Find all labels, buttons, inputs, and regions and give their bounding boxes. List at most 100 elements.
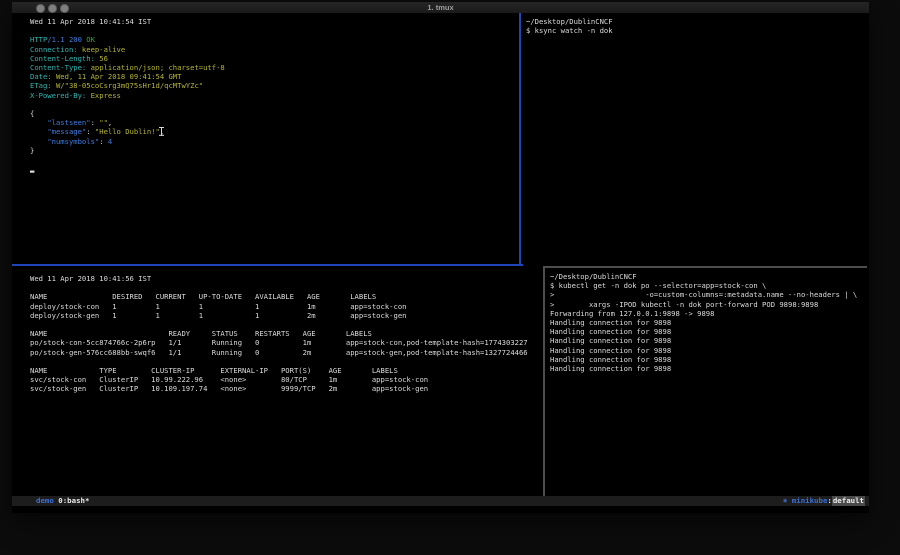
terminal-text-segment: "numsymbols" [47,137,99,146]
pane-divider-vertical-bottom [543,266,545,496]
terminal-text-segment: Forwarding from 127.0.0.1:9898 -> 9898 [550,309,714,318]
terminal-line: Wed 11 Apr 2018 10:41:56 IST [30,274,543,283]
terminal-text-segment: > -o=custom-columns=:metadata.name --no-… [550,290,857,299]
terminal-output: ~/Desktop/DublinCNCF$ kubectl get -n dok… [545,268,869,373]
terminal-line: svc/stock-gen ClusterIP 10.109.197.74 <n… [30,384,543,393]
terminal-line: Wed 11 Apr 2018 10:41:54 IST [30,17,519,26]
terminal-output: ~/Desktop/DublinCNCF$ ksync watch -n dok [521,13,869,35]
terminal-text-segment: Handling connection for 9898 [550,346,671,355]
kube-namespace: default [832,496,865,506]
window-title: 1. tmux [427,2,453,13]
terminal-line: NAME READY STATUS RESTARTS AGE LABELS [30,329,543,338]
pane-divider-horizontal-left [12,264,523,266]
session-name: demo [36,496,54,506]
terminal-window: 1. tmux Wed 11 Apr 2018 10:41:54 IST HTT… [12,2,869,513]
terminal-line: { [30,109,519,118]
terminal-line: Handling connection for 9898 [550,318,869,327]
terminal-text-segment: deploy/stock-con 1 1 1 1 1m app=stock-co… [30,302,406,311]
screen-background: 1. tmux Wed 11 Apr 2018 10:41:54 IST HTT… [0,0,900,555]
terminal-text-segment: ▂ [30,164,34,173]
terminal-text-segment: Content-Type: [30,63,86,72]
terminal-text-segment: HTTP [30,35,47,44]
text-cursor-pointer [158,127,165,137]
status-left: demo 0:bash* [36,496,89,506]
zoom-button[interactable] [60,4,69,13]
terminal-text-segment: po/stock-gen-576cc688bb-swqf6 1/1 Runnin… [30,348,528,357]
terminal-line: "numsymbols": 4 [30,137,519,146]
terminal-line: ▂ [30,164,519,173]
terminal-text-segment [30,137,47,146]
terminal-text-segment: NAME TYPE CLUSTER-IP EXTERNAL-IP PORT(S)… [30,366,398,375]
terminal-line: Handling connection for 9898 [550,327,869,336]
terminal-text-segment: Handling connection for 9898 [550,364,671,373]
tmux-pane-port-forward[interactable]: ~/Desktop/DublinCNCF$ kubectl get -n dok… [545,268,869,496]
terminal-line: Date: Wed, 11 Apr 2018 09:41:54 GMT [30,72,519,81]
terminal-text-segment: $ ksync watch -n dok [526,26,613,35]
terminal-text-segment: Wed 11 Apr 2018 10:41:56 IST [30,274,151,283]
terminal-text-segment: /1.1 200 [47,35,86,44]
terminal-line: > xargs -IPOD kubectl -n dok port-forwar… [550,300,869,309]
terminal-line: svc/stock-con ClusterIP 10.99.222.96 <no… [30,375,543,384]
terminal-line [30,26,519,35]
terminal-line: deploy/stock-con 1 1 1 1 1m app=stock-co… [30,302,543,311]
pane-divider-horizontal-right [543,266,867,268]
terminal-text-segment: NAME READY STATUS RESTARTS AGE LABELS [30,329,372,338]
terminal-text-segment: Date: [30,72,52,81]
terminal-line: Handling connection for 9898 [550,346,869,355]
terminal-text-segment: Handling connection for 9898 [550,318,671,327]
terminal-line: Forwarding from 127.0.0.1:9898 -> 9898 [550,309,869,318]
terminal-text-segment: $ kubectl get -n dok po --selector=app=s… [550,281,766,290]
terminal-text-segment: "lastseen" [47,118,90,127]
terminal-line [30,100,519,109]
terminal-text-segment: Wed, 11 Apr 2018 09:41:54 GMT [52,72,182,81]
terminal-line [30,320,543,329]
terminal-line: $ kubectl get -n dok po --selector=app=s… [550,281,869,290]
terminal-text-segment: "Hello Dublin!" [95,127,160,136]
minimize-button[interactable] [48,4,57,13]
tmux-pane-http-response[interactable]: Wed 11 Apr 2018 10:41:54 IST HTTP/1.1 20… [12,13,519,264]
window-tab[interactable]: 0:bash* [58,496,89,506]
terminal-line: HTTP/1.1 200 OK [30,35,519,44]
terminal-text-segment: > xargs -IPOD kubectl -n dok port-forwar… [550,300,818,309]
terminal-line [30,283,543,292]
terminal-text-segment: X-Powered-By: [30,91,86,100]
terminal-line: Content-Type: application/json; charset=… [30,63,519,72]
terminal-text-segment: "message" [47,127,86,136]
terminal-text-segment: application/json; charset=utf-8 [86,63,224,72]
terminal-line: po/stock-con-5cc874766c-2p6rp 1/1 Runnin… [30,338,543,347]
terminal-text-segment: , [108,118,112,127]
terminal-text-segment: 56 [95,54,108,63]
terminal-line: Content-Length: 56 [30,54,519,63]
terminal-output: Wed 11 Apr 2018 10:41:56 IST NAME DESIRE… [12,266,543,394]
terminal-text-segment: W/"38-05coCsrg3mQ75sHr1d/qcMTwYZc" [52,81,203,90]
terminal-text-segment: { [30,109,34,118]
terminal-line: ~/Desktop/DublinCNCF [550,272,869,281]
terminal-line: "lastseen": "", [30,118,519,127]
terminal-text-segment: Handling connection for 9898 [550,355,671,364]
terminal-text-segment: : [86,127,95,136]
terminal-line: Handling connection for 9898 [550,336,869,345]
terminal-text-segment: svc/stock-con ClusterIP 10.99.222.96 <no… [30,375,428,384]
terminal-text-segment: : [99,137,108,146]
terminal-text-segment: Wed 11 Apr 2018 10:41:54 IST [30,17,151,26]
terminal-line [30,155,519,164]
terminal-text-segment [30,127,47,136]
close-button[interactable] [36,4,45,13]
terminal-text-segment: Connection: [30,45,78,54]
terminal-text-segment: svc/stock-gen ClusterIP 10.109.197.74 <n… [30,384,428,393]
tmux-pane-ksync[interactable]: ~/Desktop/DublinCNCF$ ksync watch -n dok [521,13,869,266]
terminal-line: $ ksync watch -n dok [526,26,869,35]
terminal-line: Handling connection for 9898 [550,364,869,373]
terminal-line: Handling connection for 9898 [550,355,869,364]
terminal-text-segment: Handling connection for 9898 [550,336,671,345]
terminal-line: ~/Desktop/DublinCNCF [526,17,869,26]
terminal-text-segment: deploy/stock-gen 1 1 1 1 2m app=stock-ge… [30,311,406,320]
terminal-line: po/stock-gen-576cc688bb-swqf6 1/1 Runnin… [30,348,543,357]
pane-divider-vertical-top [519,13,521,266]
terminal-text-segment: ETag: [30,81,52,90]
terminal-text-segment: OK [86,35,95,44]
terminal-line [30,357,543,366]
terminal-text-segment [30,118,47,127]
terminal-text-segment: keep-alive [78,45,126,54]
tmux-pane-kubectl-get[interactable]: Wed 11 Apr 2018 10:41:56 IST NAME DESIRE… [12,266,543,496]
